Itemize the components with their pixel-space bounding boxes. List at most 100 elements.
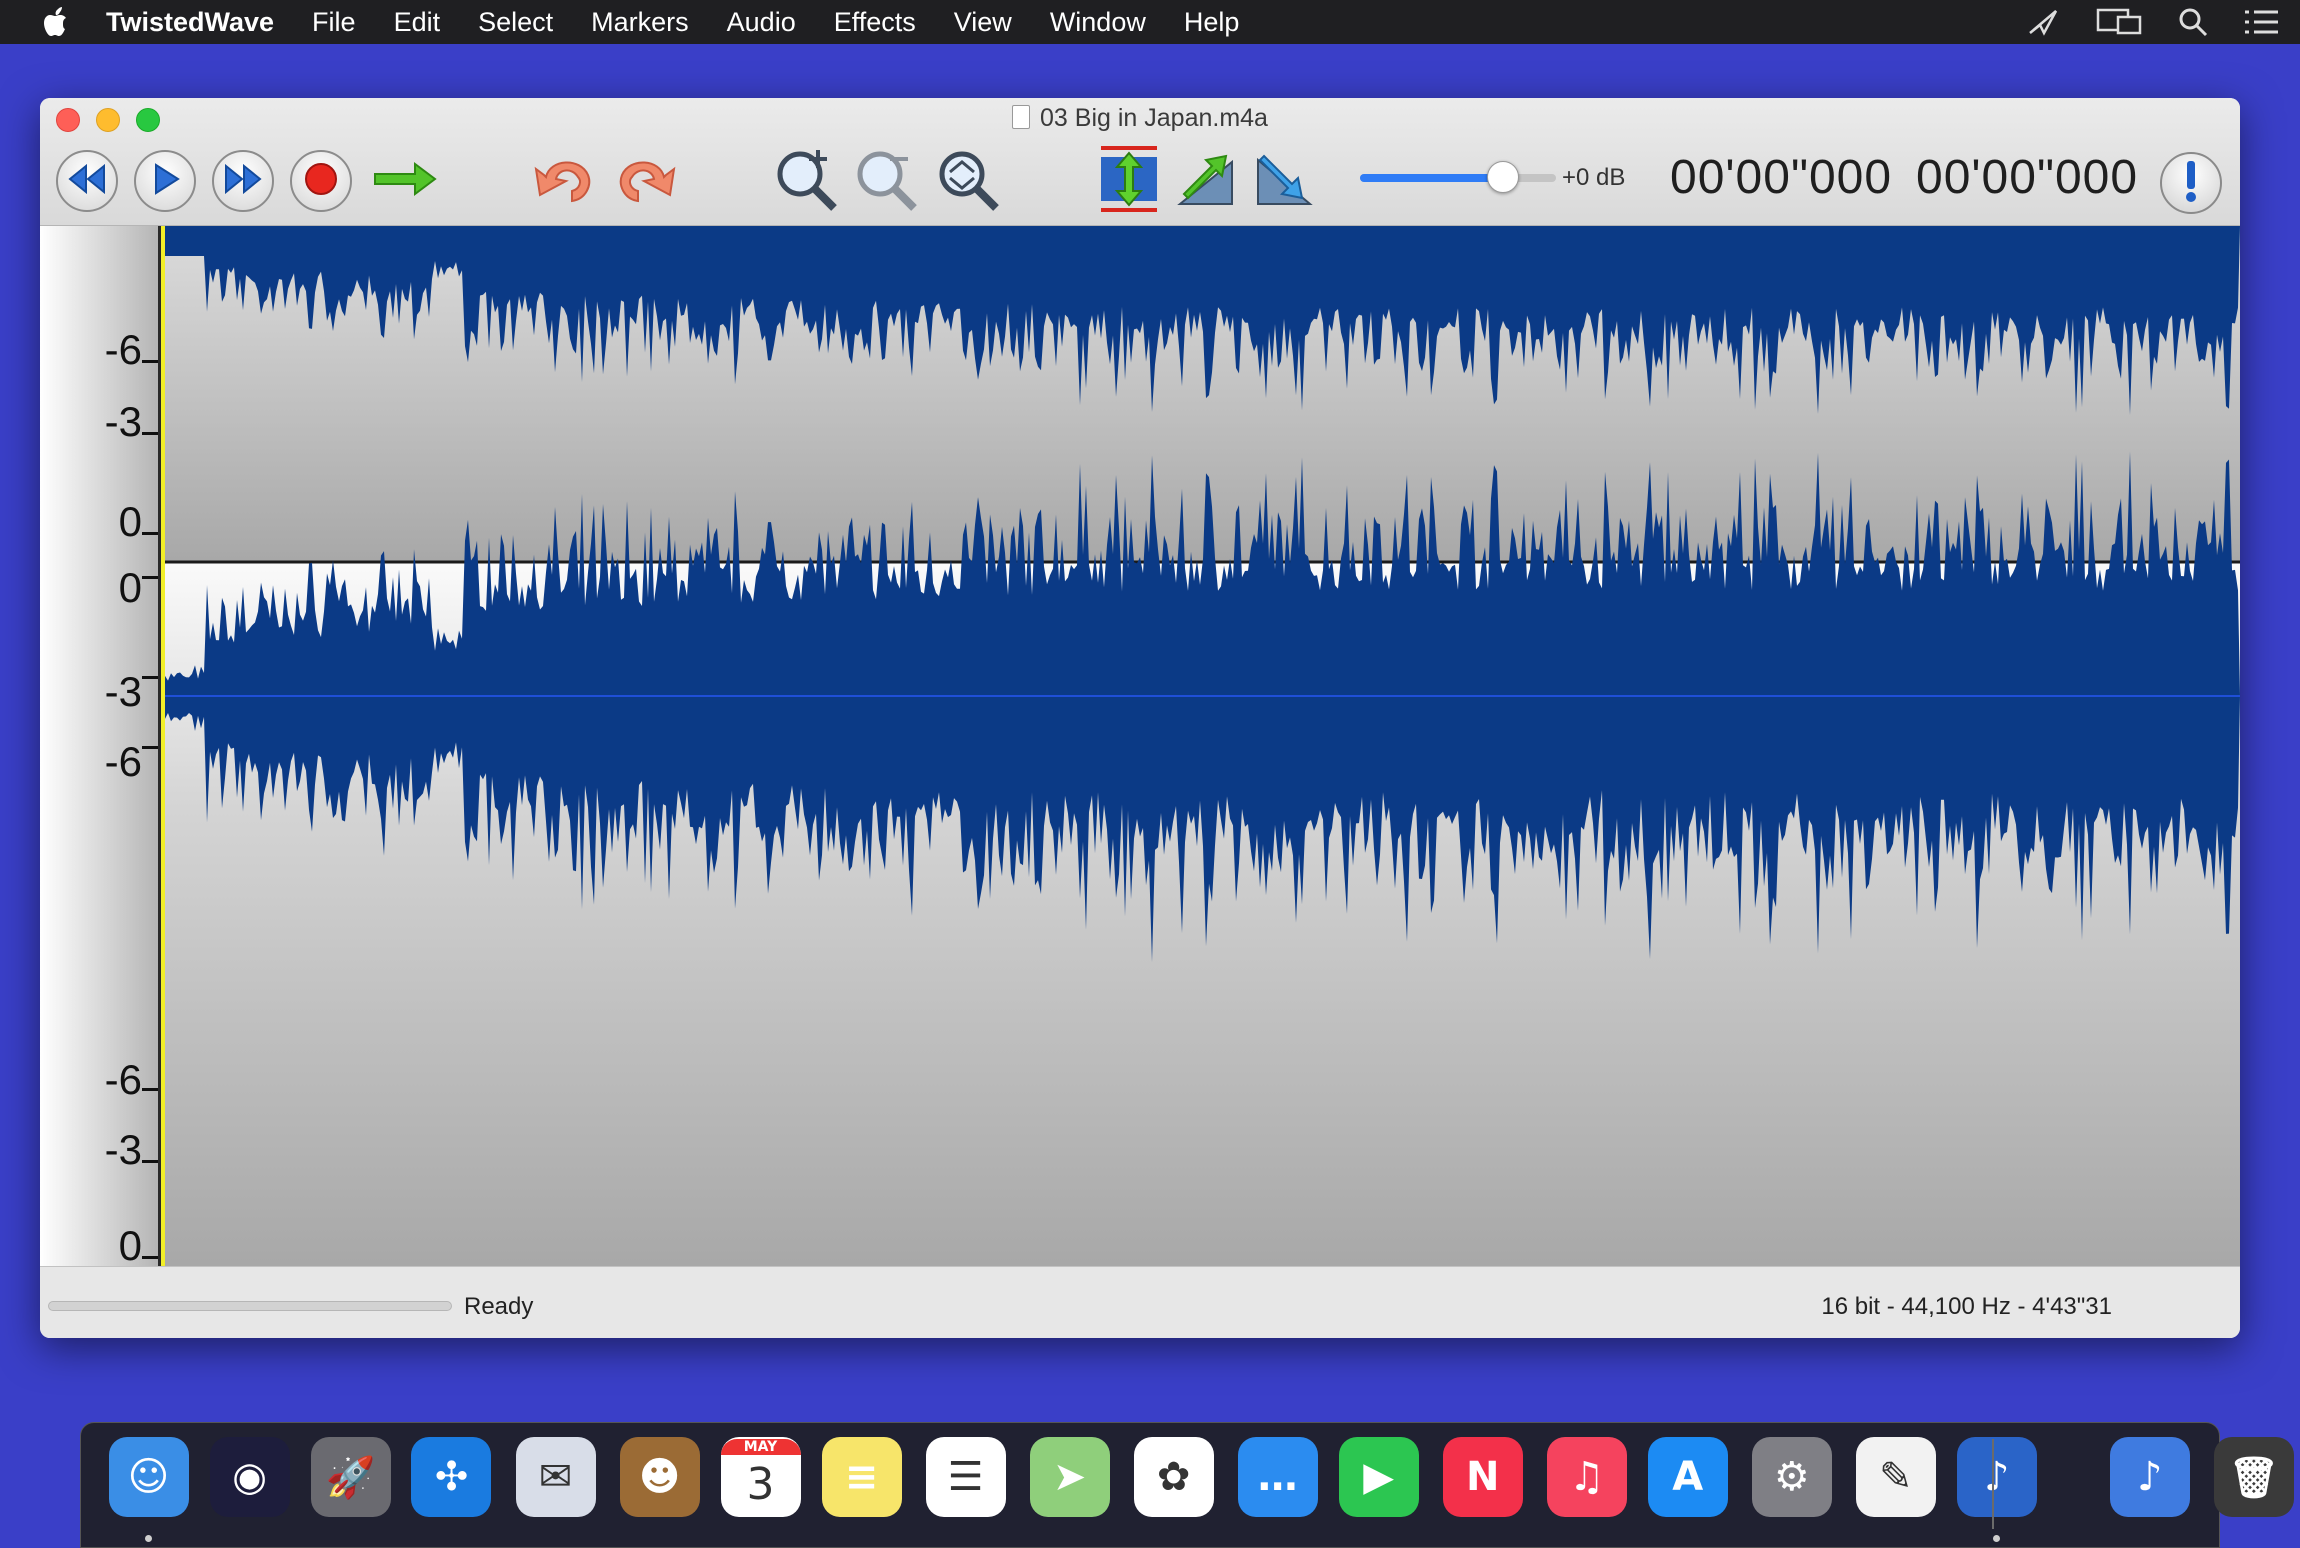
dock-maps-icon[interactable]: ➤	[1029, 1437, 1110, 1517]
calendar-glyph: 3	[746, 1458, 775, 1510]
ruler-tick	[142, 532, 158, 535]
dock-running-indicator	[144, 1535, 152, 1542]
dock-twistedwave-icon[interactable]: ♪	[1956, 1437, 2037, 1517]
ruler-label: -6	[104, 326, 142, 373]
dock-app-store-icon[interactable]: A	[1647, 1437, 1728, 1517]
dock-trash-icon[interactable]: 🗑	[2213, 1437, 2294, 1517]
ruler-tick	[142, 360, 158, 363]
info-button[interactable]	[2160, 152, 2222, 214]
app-store-glyph: A	[1672, 1454, 1704, 1500]
toolbar: 03 Big in Japan.m4a +0 dB 00'00"000 00'0…	[40, 98, 2240, 226]
dock-contacts-icon[interactable]: ☻	[619, 1437, 700, 1517]
dock-music-icon[interactable]: ♫	[1546, 1437, 1627, 1517]
apple-menu-icon[interactable]	[38, 4, 76, 40]
fade-in-button[interactable]	[1172, 146, 1242, 216]
ruler-label: -3	[104, 668, 142, 715]
gain-slider-knob[interactable]	[1487, 161, 1520, 193]
waveform-view[interactable]	[165, 226, 2240, 1266]
gain-slider-fill	[1360, 174, 1504, 182]
dock-messages-icon[interactable]: …	[1237, 1437, 1318, 1517]
rewind-button[interactable]	[56, 150, 118, 212]
dock-textedit-icon[interactable]: ✎	[1855, 1437, 1936, 1517]
time-position-display: 00'00"000	[1670, 151, 1893, 204]
dock-finder-icon[interactable]: ☺	[108, 1437, 189, 1517]
dock-safari-icon[interactable]: ✣	[411, 1437, 492, 1517]
ruler-tick	[142, 746, 158, 749]
dock-siri-icon[interactable]: ◉	[209, 1437, 290, 1517]
app-menu[interactable]: TwistedWave	[106, 7, 274, 38]
menu-markers[interactable]: Markers	[591, 7, 689, 38]
go-to-position-button[interactable]	[370, 146, 440, 216]
dock-launchpad-icon[interactable]: 🚀	[310, 1437, 391, 1517]
gain-label: +0 dB	[1562, 164, 1626, 191]
ruler-label: 0	[118, 564, 142, 611]
ruler-tick	[142, 1160, 158, 1163]
ruler-label: -3	[104, 1126, 142, 1173]
gain-slider[interactable]	[1360, 161, 1556, 193]
dock-facetime-icon[interactable]: ▶	[1338, 1437, 1419, 1517]
music-glyph: ♫	[1568, 1454, 1605, 1500]
play-button[interactable]	[134, 150, 196, 212]
calendar-month-label: MAY	[720, 1439, 801, 1455]
undo-icon	[532, 151, 598, 212]
reminders-glyph: ☰	[947, 1454, 984, 1500]
fade-in-icon	[1176, 150, 1238, 213]
notification-center-icon[interactable]	[2244, 8, 2280, 36]
siri-glyph: ◉	[232, 1454, 267, 1500]
zoom-in-button[interactable]	[772, 146, 842, 216]
spotlight-search-icon[interactable]	[2178, 7, 2208, 37]
redo-button[interactable]	[610, 146, 680, 216]
menu-audio[interactable]: Audio	[727, 7, 796, 38]
ruler-tick	[142, 1256, 158, 1259]
dock-twistedwave-doc-icon[interactable]: ♪	[2109, 1437, 2190, 1517]
display-icon[interactable]	[2096, 7, 2142, 37]
maps-glyph: ➤	[1052, 1454, 1087, 1500]
fade-out-button[interactable]	[1250, 146, 1320, 216]
zoom-out-icon	[852, 146, 922, 217]
dock-news-icon[interactable]: N	[1442, 1437, 1523, 1517]
ruler-label: 0	[118, 498, 142, 545]
undo-button[interactable]	[530, 146, 600, 216]
photos-glyph: ✿	[1156, 1454, 1191, 1500]
dock: ☺ ◉ 🚀 ✣ ✉ ☻ MAY 3 ≡ ☰ ➤ ✿ … ▶ N ♫ A ⚙ ✎ ♪ ♪ 🗑	[80, 1422, 2294, 1548]
airplay-icon[interactable]	[2026, 7, 2060, 37]
document-window: 03 Big in Japan.m4a +0 dB 00'00"000 00'0…	[40, 98, 2240, 1338]
level-ruler: -6 -3 0 0 -3 -6 -6 -3 0	[40, 226, 158, 1269]
record-icon	[304, 162, 338, 201]
menu-file[interactable]: File	[312, 7, 356, 38]
menu-window[interactable]: Window	[1050, 7, 1146, 38]
dock-reminders-icon[interactable]: ☰	[925, 1437, 1006, 1517]
menu-view[interactable]: View	[954, 7, 1012, 38]
dock-system-preferences-icon[interactable]: ⚙	[1751, 1437, 1832, 1517]
twistedwave-doc-glyph: ♪	[2137, 1454, 2163, 1500]
dock-photos-icon[interactable]: ✿	[1133, 1437, 1214, 1517]
menu-help[interactable]: Help	[1184, 7, 1240, 38]
fast-forward-icon	[224, 163, 262, 199]
system-preferences-glyph: ⚙	[1773, 1454, 1810, 1500]
menu-effects[interactable]: Effects	[834, 7, 916, 38]
playhead-cursor[interactable]	[161, 226, 165, 1266]
normalize-button[interactable]	[1094, 145, 1164, 216]
dock-calendar-icon[interactable]: MAY 3	[720, 1437, 801, 1517]
zoom-fit-icon	[934, 146, 1004, 217]
twistedwave-glyph: ♪	[1984, 1454, 2010, 1500]
contacts-glyph: ☻	[638, 1454, 681, 1500]
zoom-out-button[interactable]	[852, 146, 922, 216]
exclamation-icon	[2183, 159, 2199, 208]
ruler-tick	[142, 1088, 158, 1091]
fast-forward-button[interactable]	[212, 150, 274, 212]
dock-notes-icon[interactable]: ≡	[821, 1437, 902, 1517]
notes-glyph: ≡	[844, 1454, 879, 1500]
window-title-text: 03 Big in Japan.m4a	[1040, 104, 1268, 132]
dock-mail-icon[interactable]: ✉	[515, 1437, 596, 1517]
ruler-tick	[142, 432, 158, 435]
play-icon	[150, 162, 180, 200]
status-text: Ready	[464, 1293, 534, 1320]
finder-glyph: ☺	[127, 1454, 170, 1500]
record-button[interactable]	[290, 150, 352, 212]
menu-select[interactable]: Select	[478, 7, 553, 38]
window-title: 03 Big in Japan.m4a	[40, 104, 2240, 133]
mail-glyph: ✉	[538, 1454, 573, 1500]
zoom-to-fit-button[interactable]	[934, 146, 1004, 216]
menu-edit[interactable]: Edit	[394, 7, 441, 38]
